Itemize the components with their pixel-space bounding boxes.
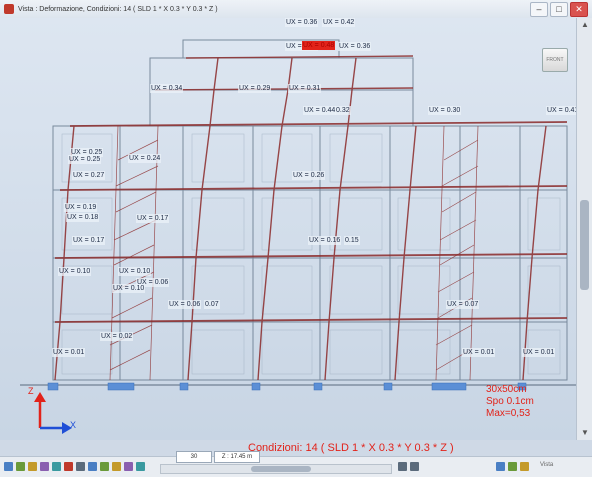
ux-label: UX = 0.41 xyxy=(546,106,576,115)
window-title: Vista : Deformazione, Condizioni: 14 ( S… xyxy=(18,5,218,13)
title-bar: Vista : Deformazione, Condizioni: 14 ( S… xyxy=(0,0,592,19)
grid-icon[interactable] xyxy=(40,462,49,471)
axis-z-label: Z xyxy=(28,386,34,396)
model-viewport[interactable]: FRONT UX = 0.36 UX = 0.42 UX = 0.36 UX =… xyxy=(0,18,576,440)
pan-icon[interactable] xyxy=(100,462,109,471)
ux-label: UX = 0.18 xyxy=(66,213,100,222)
vertical-scrollbar[interactable]: ▲ ▼ xyxy=(576,18,592,440)
app-icon xyxy=(4,4,14,14)
horizontal-scrollbar[interactable] xyxy=(160,464,392,474)
ux-label: UX = 0.30 xyxy=(428,106,462,115)
ux-label: UX = 0.44 xyxy=(303,106,337,115)
ux-label: UX = 0.27 xyxy=(72,171,106,180)
settings-icon[interactable] xyxy=(76,462,85,471)
status-text: Vista xyxy=(540,462,554,468)
ux-label: UX = 0.36 xyxy=(285,18,319,27)
view-cube[interactable]: FRONT xyxy=(542,48,568,72)
ux-label: UX = 0.02 xyxy=(100,332,134,341)
ux-label: UX = 0.06 xyxy=(168,300,202,309)
ux-label: UX = 0.25 xyxy=(68,155,102,164)
ux-label: UX = 0.10 xyxy=(58,267,92,276)
rotate-icon[interactable] xyxy=(112,462,121,471)
ux-label-max: UX = 0.48 xyxy=(302,41,336,50)
ux-label: UX = 0.36 xyxy=(338,42,372,51)
print-icon[interactable] xyxy=(136,462,145,471)
scroll-thumb[interactable] xyxy=(580,200,589,290)
ux-label: UX = 0.01 xyxy=(462,348,496,357)
stair-truss-left xyxy=(109,125,159,381)
ux-label: UX = 0.26 xyxy=(292,171,326,180)
nav-prev-icon[interactable] xyxy=(398,462,407,471)
zoom-icon[interactable] xyxy=(88,462,97,471)
ux-label: UX = 0.16 xyxy=(308,236,342,245)
ux-label: UX = 0.24 xyxy=(128,154,162,163)
measure-icon[interactable] xyxy=(52,462,61,471)
home-icon[interactable] xyxy=(4,462,13,471)
stair-truss-right xyxy=(435,125,479,381)
tool3-icon[interactable] xyxy=(520,462,529,471)
axis-x-label: X xyxy=(70,420,77,430)
ux-label: 0.15 xyxy=(344,236,360,245)
delete-icon[interactable] xyxy=(64,462,73,471)
structure-drawing xyxy=(20,39,576,434)
supports xyxy=(47,382,527,391)
minimize-button[interactable]: – xyxy=(530,2,548,17)
z-level-field[interactable]: Z : 17.45 m xyxy=(214,451,260,463)
ux-label: UX = 0.10 xyxy=(112,284,146,293)
tool2-icon[interactable] xyxy=(508,462,517,471)
ux-label: UX = 0.10 xyxy=(118,267,152,276)
folder-icon[interactable] xyxy=(28,462,37,471)
section-spo: Spo 0.1cm xyxy=(486,396,534,407)
ux-label: UX = 0.01 xyxy=(522,348,556,357)
layers-icon[interactable] xyxy=(16,462,25,471)
step-field[interactable]: 30 xyxy=(176,451,212,463)
ux-label: 0.07 xyxy=(204,300,220,309)
section-size: 30x50cm xyxy=(486,384,527,395)
view-icon[interactable] xyxy=(124,462,133,471)
ux-label: UX = 0.17 xyxy=(72,236,106,245)
condition-caption: Condizioni: 14 ( SLD 1 * X 0.3 * Y 0.3 *… xyxy=(248,442,454,454)
hscroll-thumb[interactable] xyxy=(251,466,311,472)
ux-label: UX = 0.42 xyxy=(322,18,356,27)
ux-label: UX = 0.01 xyxy=(52,348,86,357)
scroll-up-icon[interactable]: ▲ xyxy=(577,18,592,32)
maximize-button[interactable]: □ xyxy=(550,2,568,17)
ux-label: UX = 0.34 xyxy=(150,84,184,93)
section-max: Max=0,53 xyxy=(486,408,531,419)
axis-triad xyxy=(34,392,72,434)
section-info: 30x50cm Spo 0.1cm Max=0,53 xyxy=(486,384,534,420)
close-button[interactable]: ✕ xyxy=(570,2,588,17)
nav-next-icon[interactable] xyxy=(410,462,419,471)
scroll-down-icon[interactable]: ▼ xyxy=(577,426,592,440)
ux-label: UX = 0.07 xyxy=(446,300,480,309)
ux-label: UX = 0.29 xyxy=(238,84,272,93)
ux-label: UX = 0.17 xyxy=(136,214,170,223)
ux-label: UX = 0.19 xyxy=(64,203,98,212)
ux-label: 0.32 xyxy=(335,106,351,115)
ux-label: UX = 0.31 xyxy=(288,84,322,93)
tool-icon[interactable] xyxy=(496,462,505,471)
